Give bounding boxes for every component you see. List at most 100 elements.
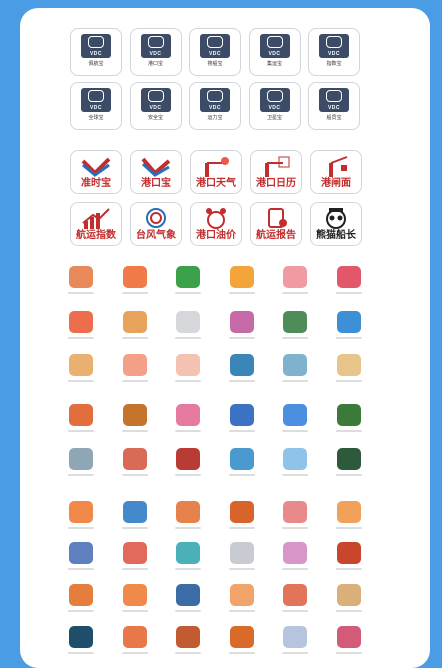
app-tile-shipping-report[interactable]: 航运报告 — [250, 202, 302, 246]
mini-app-tile[interactable] — [276, 582, 314, 620]
mini-app-tile[interactable] — [115, 624, 154, 662]
mini-app-tile[interactable] — [62, 264, 100, 302]
vdc-label: 佩航宝 — [88, 61, 104, 67]
mini-app-tile[interactable] — [169, 446, 207, 484]
mini-app-tile[interactable] — [329, 582, 368, 620]
mini-app-tile[interactable] — [169, 624, 207, 662]
mini-app-tile[interactable] — [329, 352, 368, 390]
mini-app-tile[interactable] — [169, 540, 207, 578]
mini-app-tile[interactable] — [276, 402, 314, 440]
mini-app-tile[interactable] — [115, 402, 154, 440]
mini-app-label-placeholder — [282, 568, 308, 570]
mini-app-tile[interactable] — [169, 352, 207, 390]
mini-app-label-placeholder — [335, 527, 362, 529]
mini-app-tile[interactable] — [329, 264, 368, 302]
mini-app-tile[interactable] — [222, 624, 261, 662]
mini-app-tile[interactable] — [62, 582, 100, 620]
vdc-tile-crew[interactable]: VDC 船员宝 — [308, 82, 360, 130]
app-tile-port-calendar[interactable]: 港口日历 — [250, 150, 302, 194]
vdc-tile-satellite[interactable]: VDC 卫星宝 — [248, 82, 301, 130]
mini-app-label-placeholder — [175, 610, 201, 612]
mini-app-label-placeholder — [228, 292, 255, 294]
mini-app-tile[interactable] — [62, 309, 100, 347]
mini-app-tile[interactable] — [169, 264, 207, 302]
mini-app-tile[interactable] — [169, 582, 207, 620]
mini-app-icon — [336, 584, 361, 606]
mini-app-label-placeholder — [121, 380, 148, 382]
mini-app-icon — [122, 584, 147, 606]
mini-app-tile[interactable] — [329, 309, 368, 347]
app-tile-panda-captain[interactable]: 熊猫船长 — [310, 202, 362, 246]
mini-app-tile[interactable] — [115, 352, 154, 390]
mini-app-tile[interactable] — [329, 446, 368, 484]
mini-app-icon — [336, 311, 361, 333]
mini-app-tile[interactable] — [276, 499, 314, 537]
app-tile-oil-price[interactable]: 港口油价 — [190, 202, 242, 246]
grid-row — [62, 309, 383, 347]
app-tile-port-treasure[interactable]: 港口宝 — [130, 150, 182, 194]
mini-app-tile[interactable] — [115, 499, 154, 537]
mini-app-tile[interactable] — [222, 499, 261, 537]
mini-app-icon — [283, 448, 307, 470]
mini-app-label-placeholder — [175, 292, 201, 294]
port-gate-icon — [321, 155, 351, 177]
mini-app-tile[interactable] — [115, 582, 154, 620]
grid-row — [62, 402, 383, 440]
vdc-tile-ship[interactable]: VDC 佩航宝 — [70, 28, 122, 76]
mini-app-tile[interactable] — [222, 402, 261, 440]
mini-app-tile[interactable] — [169, 499, 207, 537]
mini-app-icon — [69, 542, 93, 564]
mini-app-tile[interactable] — [115, 309, 154, 347]
mini-app-tile[interactable] — [169, 309, 207, 347]
app-tile-on-time[interactable]: 准时宝 — [70, 150, 122, 194]
mini-app-tile[interactable] — [62, 540, 100, 578]
mini-app-tile[interactable] — [115, 446, 154, 484]
mini-app-tile[interactable] — [62, 499, 100, 537]
mini-app-tile[interactable] — [222, 540, 261, 578]
mini-app-tile[interactable] — [115, 264, 154, 302]
mini-app-label-placeholder — [335, 430, 362, 432]
mini-app-tile[interactable] — [276, 446, 314, 484]
app-tile-shipping-index[interactable]: 航运指数 — [70, 202, 122, 246]
mini-app-tile[interactable] — [329, 624, 368, 662]
vdc-tile-globe[interactable]: VDC 全球宝 — [70, 82, 122, 130]
mini-app-tile[interactable] — [276, 624, 314, 662]
mini-app-tile[interactable] — [62, 624, 100, 662]
mini-app-label-placeholder — [282, 527, 308, 529]
mini-app-tile[interactable] — [276, 309, 314, 347]
mini-app-tile[interactable] — [276, 352, 314, 390]
vdc-tile-search[interactable]: VDC 搜船宝 — [189, 28, 241, 76]
mini-app-tile[interactable] — [62, 352, 100, 390]
mini-app-icon — [283, 501, 307, 523]
mini-app-tile[interactable] — [115, 540, 154, 578]
mini-app-icon — [69, 404, 93, 426]
mini-app-icon — [229, 626, 254, 648]
mini-app-tile[interactable] — [222, 446, 261, 484]
mini-app-icon — [336, 354, 361, 376]
vdc-tile-container[interactable]: VDC 集运宝 — [248, 28, 301, 76]
mini-app-tile[interactable] — [222, 352, 261, 390]
mini-app-tile[interactable] — [276, 540, 314, 578]
mini-app-tile[interactable] — [222, 582, 261, 620]
app-tile-port-weather[interactable]: 港口天气 — [190, 150, 242, 194]
chart-icon: VDC — [319, 34, 349, 58]
vdc-label: 运力宝 — [207, 115, 223, 121]
app-label: 港闸面 — [321, 178, 351, 189]
mini-app-tile[interactable] — [329, 540, 368, 578]
app-tile-port-gate[interactable]: 港闸面 — [310, 150, 362, 194]
mini-app-tile[interactable] — [222, 264, 261, 302]
mini-app-tile[interactable] — [276, 264, 314, 302]
app-tile-typhoon[interactable]: 台风气象 — [130, 202, 182, 246]
mini-app-tile[interactable] — [329, 499, 368, 537]
mini-app-tile[interactable] — [222, 309, 261, 347]
vdc-tile-port[interactable]: VDC 港口宝 — [129, 28, 182, 76]
mini-app-tile[interactable] — [62, 446, 100, 484]
mini-app-label-placeholder — [282, 610, 308, 612]
mini-app-tile[interactable] — [169, 402, 207, 440]
vdc-badge: VDC — [208, 51, 222, 57]
vdc-tile-shield[interactable]: VDC 安全宝 — [129, 82, 182, 130]
vdc-tile-capacity[interactable]: VDC 运力宝 — [189, 82, 241, 130]
vdc-tile-chart[interactable]: VDC 指数宝 — [308, 28, 360, 76]
mini-app-tile[interactable] — [329, 402, 368, 440]
mini-app-tile[interactable] — [62, 402, 100, 440]
